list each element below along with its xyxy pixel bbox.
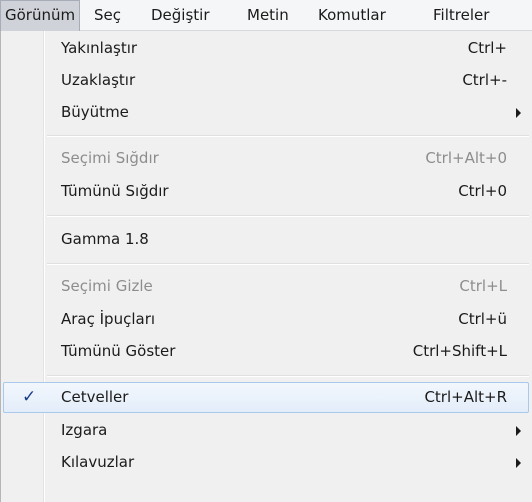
menu-item-magnification[interactable]: Büyütme <box>3 97 529 128</box>
menu-item-grid[interactable]: Izgara <box>3 415 529 446</box>
menu-item-label: Araç İpuçları <box>61 310 156 328</box>
menu-item-label: Yakınlaştır <box>61 39 138 57</box>
menubar-item-gorunum[interactable]: Görünüm <box>0 0 81 31</box>
submenu-arrow-icon <box>516 108 521 118</box>
menu-item-label: Uzaklaştır <box>61 71 136 89</box>
menubar-item-sec[interactable]: Seç <box>92 0 123 31</box>
menu-item-shortcut: Ctrl+- <box>462 71 507 89</box>
menu-item-zoom-out[interactable]: Uzaklaştır Ctrl+- <box>3 65 529 96</box>
menu-item-shortcut: Ctrl+0 <box>458 182 507 200</box>
menu-separator <box>47 263 529 265</box>
menu-item-gamma[interactable]: Gamma 1.8 <box>3 224 529 255</box>
menubar-item-filtreler[interactable]: Filtreler <box>431 0 491 31</box>
menu-separator <box>47 135 529 137</box>
menu-item-hide-selection: Seçimi Gizle Ctrl+L <box>3 271 529 302</box>
menu-item-label: Büyütme <box>61 103 129 121</box>
menu-item-guides[interactable]: Kılavuzlar <box>3 447 529 478</box>
menu-separator <box>47 375 529 377</box>
menu-item-shortcut: Ctrl+Alt+R <box>424 388 507 406</box>
menu-item-shortcut: Ctrl+ <box>467 39 507 57</box>
menu-item-shortcut: Ctrl+ü <box>458 310 507 328</box>
menu-item-label: Tümünü Göster <box>61 342 176 360</box>
menu-bar: Görünüm Seç Değiştir Metin Komutlar Filt… <box>0 0 532 31</box>
menu-item-fit-selection: Seçimi Sığdır Ctrl+Alt+0 <box>3 143 529 174</box>
menu-item-label: Gamma 1.8 <box>61 230 149 248</box>
menu-item-show-all[interactable]: Tümünü Göster Ctrl+Shift+L <box>3 336 529 367</box>
menu-item-label: Cetveller <box>61 388 129 406</box>
menu-item-fit-all[interactable]: Tümünü Sığdır Ctrl+0 <box>3 176 529 207</box>
menu-item-label: Kılavuzlar <box>61 453 135 471</box>
menu-item-label: Izgara <box>61 421 108 439</box>
menu-item-label: Seçimi Sığdır <box>61 149 159 167</box>
menu-item-shortcut: Ctrl+L <box>459 277 507 295</box>
view-dropdown-menu: Yakınlaştır Ctrl+ Uzaklaştır Ctrl+- Büyü… <box>0 31 532 502</box>
menubar-item-metin[interactable]: Metin <box>245 0 291 31</box>
menu-item-label: Tümünü Sığdır <box>61 182 169 200</box>
menu-item-shortcut: Ctrl+Shift+L <box>412 342 507 360</box>
submenu-arrow-icon <box>516 426 521 436</box>
checkmark-icon: ✓ <box>22 387 37 407</box>
menubar-item-komutlar[interactable]: Komutlar <box>316 0 388 31</box>
menubar-item-degistir[interactable]: Değiştir <box>149 0 212 31</box>
menu-item-label: Seçimi Gizle <box>61 277 153 295</box>
menu-separator <box>47 215 529 217</box>
submenu-arrow-icon <box>516 458 521 468</box>
menu-item-shortcut: Ctrl+Alt+0 <box>425 149 507 167</box>
menu-item-rulers[interactable]: ✓ Cetveller Ctrl+Alt+R <box>3 382 529 413</box>
menu-item-tooltips[interactable]: Araç İpuçları Ctrl+ü <box>3 304 529 335</box>
menu-item-zoom-in[interactable]: Yakınlaştır Ctrl+ <box>3 33 529 64</box>
